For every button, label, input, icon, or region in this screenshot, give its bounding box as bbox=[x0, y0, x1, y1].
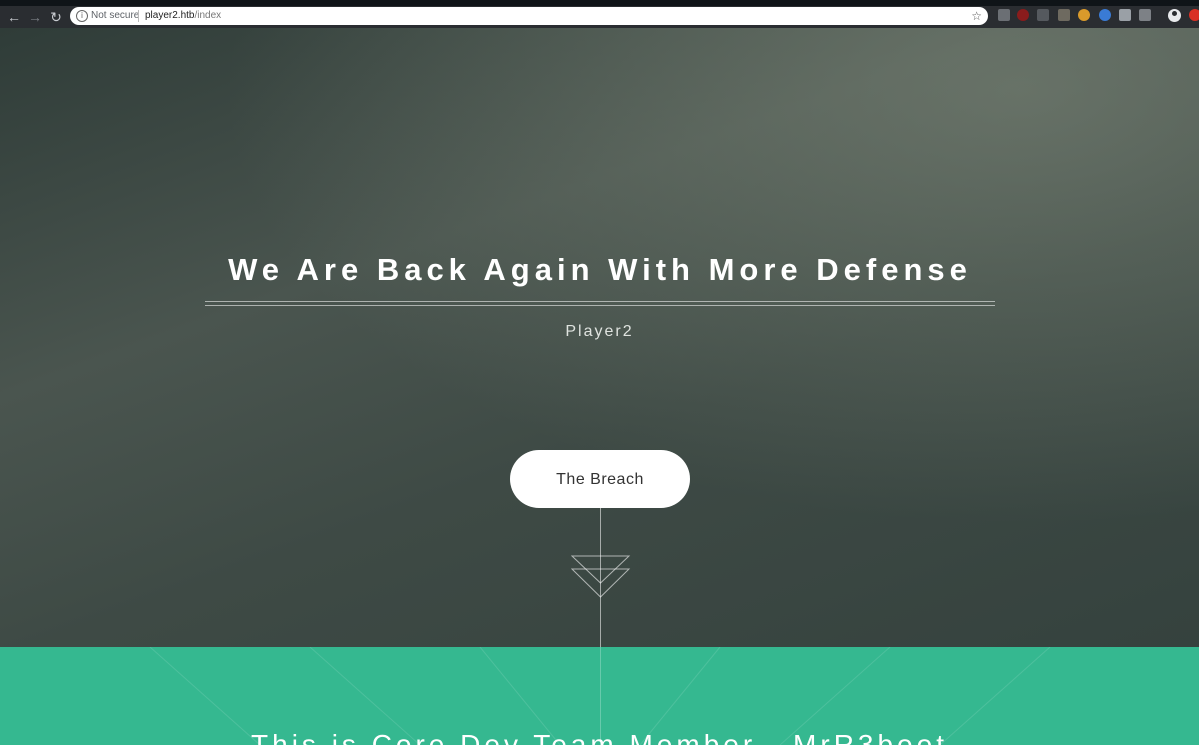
bookmark-star-icon[interactable]: ☆ bbox=[971, 7, 982, 25]
extension-icon-7[interactable] bbox=[1119, 9, 1131, 21]
profile-avatar-icon[interactable] bbox=[1168, 9, 1181, 22]
info-icon[interactable]: i bbox=[76, 10, 88, 22]
hero-title: We Are Back Again With More Defense bbox=[228, 252, 972, 287]
extension-icon-8[interactable] bbox=[1139, 9, 1151, 21]
extension-icon-5[interactable] bbox=[1078, 9, 1090, 21]
down-arrows-icon[interactable] bbox=[571, 555, 631, 600]
extension-icon-1[interactable] bbox=[998, 9, 1010, 21]
extension-icon-2[interactable] bbox=[1017, 9, 1029, 21]
title-rule-top bbox=[205, 301, 995, 302]
hero-subtitle: Player2 bbox=[565, 323, 634, 340]
menu-badge-icon[interactable] bbox=[1189, 9, 1199, 21]
reload-icon[interactable]: ↻ bbox=[48, 9, 64, 25]
extension-icon-4[interactable] bbox=[1058, 9, 1070, 21]
forward-icon[interactable]: → bbox=[27, 9, 43, 25]
url-host: player2.htb bbox=[145, 10, 195, 21]
extension-icon-6[interactable] bbox=[1099, 9, 1111, 21]
divider bbox=[138, 10, 139, 22]
back-icon[interactable]: ← bbox=[6, 9, 22, 25]
team-section: This is Core Dev Team Member - MrR3boot bbox=[0, 647, 1199, 745]
hero-section: We Are Back Again With More Defense Play… bbox=[0, 28, 1199, 675]
security-label: Not secure bbox=[91, 10, 140, 21]
the-breach-button[interactable]: The Breach bbox=[510, 450, 690, 508]
url-text[interactable]: player2.htb/index bbox=[145, 9, 221, 23]
address-bar[interactable]: i Not secure player2.htb/index ☆ bbox=[70, 7, 988, 25]
url-path: /index bbox=[194, 10, 222, 21]
title-rule-bottom bbox=[205, 305, 995, 306]
team-member-heading: This is Core Dev Team Member - MrR3boot bbox=[251, 729, 948, 745]
extension-icon-3[interactable] bbox=[1037, 9, 1049, 21]
